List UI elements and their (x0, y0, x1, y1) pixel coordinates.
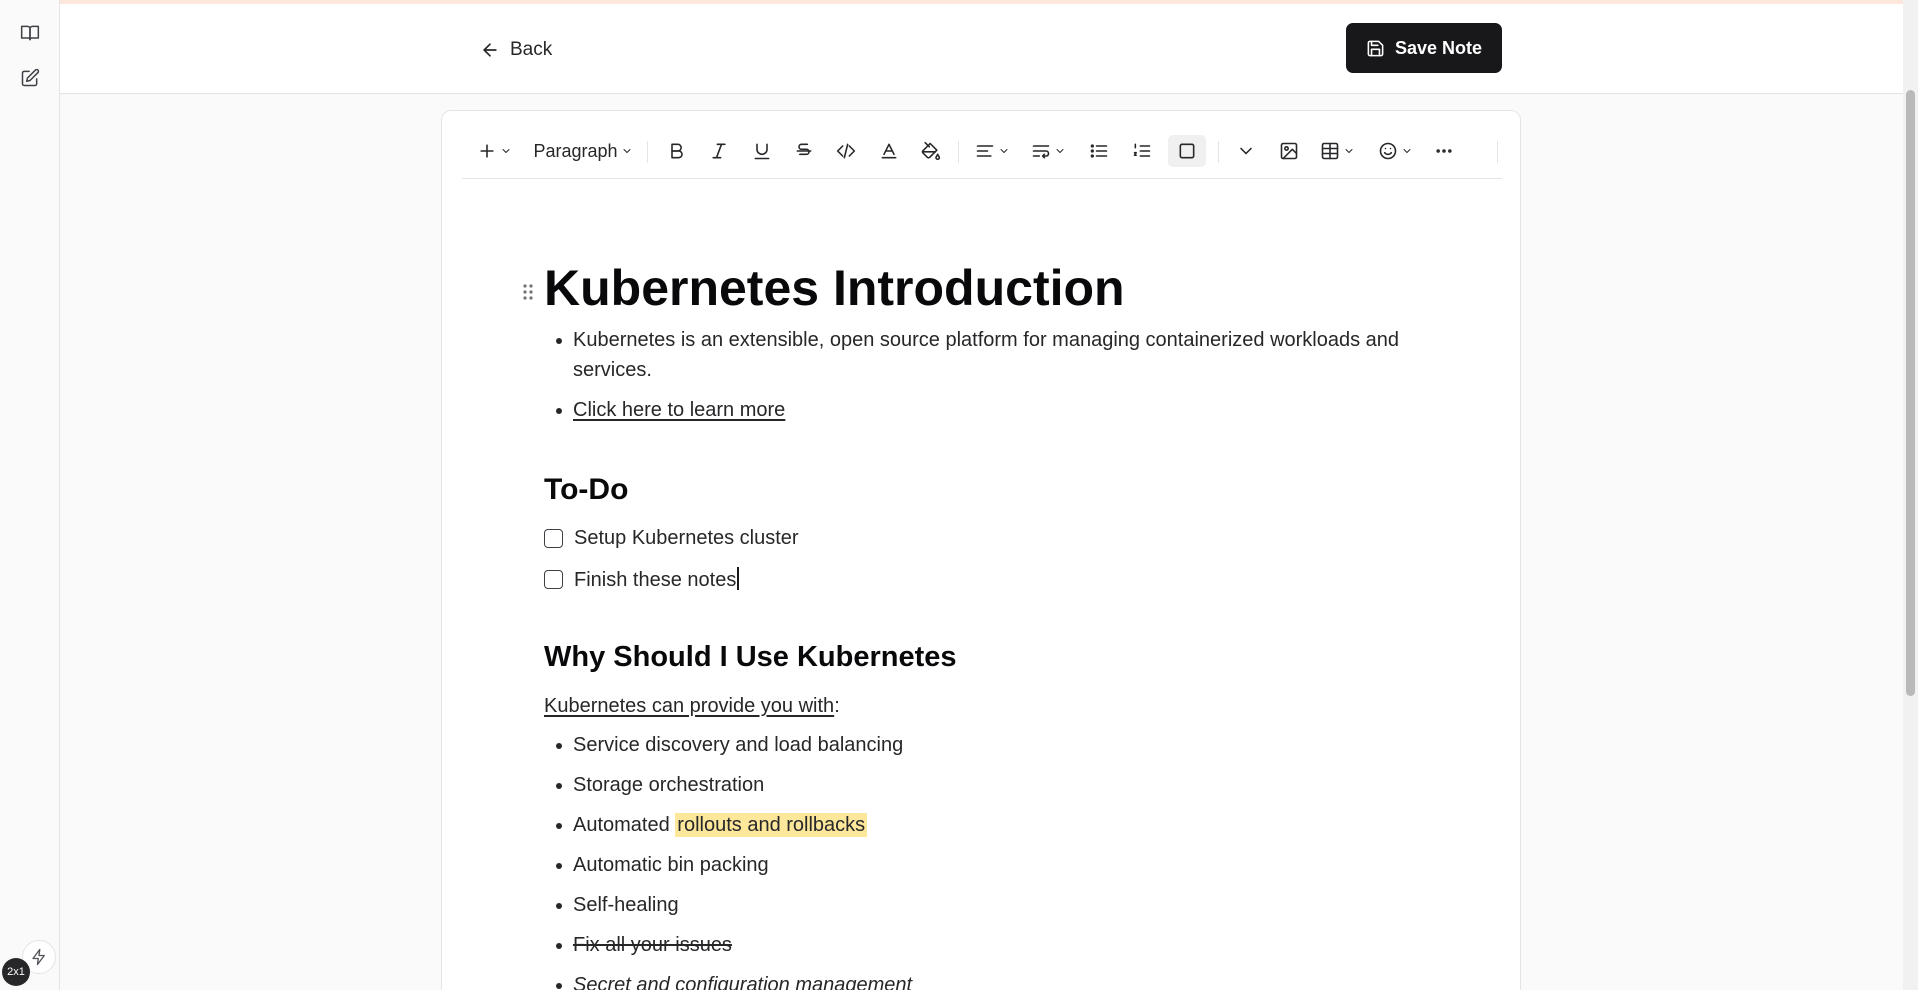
list-item[interactable]: Storage orchestration (555, 770, 764, 800)
why-intro-underlined: Kubernetes can provide you with (544, 695, 835, 717)
zoom-badge[interactable]: 2x1 (2, 958, 30, 986)
left-rail (0, 0, 60, 990)
back-button[interactable]: Back (480, 36, 552, 64)
emoji-icon (1379, 142, 1396, 160)
chevron-down-icon (623, 149, 631, 153)
insert-image-button[interactable] (1273, 135, 1305, 167)
align-icon (976, 145, 993, 157)
lightning-icon (32, 948, 45, 966)
plus-icon (479, 144, 494, 158)
emoji-button[interactable] (1373, 135, 1417, 167)
list-item[interactable]: Automated rollouts and rollbacks (555, 810, 868, 840)
save-icon (1367, 40, 1384, 56)
line-height-icon (1032, 145, 1049, 159)
page-scrollbar[interactable] (1903, 0, 1918, 990)
highlight-icon (921, 141, 941, 161)
bullet-list-button[interactable] (1083, 135, 1115, 167)
more-options-button[interactable] (1428, 135, 1460, 167)
chevron-down-icon (1000, 149, 1007, 153)
insert-table-button[interactable] (1315, 135, 1359, 167)
page-header: Back Save Note (60, 4, 1903, 94)
save-label: Save Note (1394, 37, 1483, 58)
underline-button[interactable] (746, 135, 778, 167)
scrollbar-thumb[interactable] (1906, 90, 1915, 696)
numbered-list-button[interactable] (1126, 135, 1158, 167)
strikethrough-text: Fix all your issues (573, 934, 732, 956)
highlighted-text: rollouts and rollbacks (675, 813, 868, 837)
list-item[interactable]: Secret and configuration management (555, 970, 913, 990)
image-icon (1280, 142, 1298, 160)
back-label: Back (510, 39, 553, 60)
numbered-list-icon (1133, 143, 1151, 157)
editor-toolbar: Paragraph (462, 135, 1502, 179)
todo-checkbox[interactable] (544, 570, 563, 589)
underline-icon (754, 143, 770, 160)
why-intro-colon: : (834, 695, 840, 717)
todo-label[interactable]: Finish these notes (574, 567, 739, 592)
edit-note-icon[interactable] (17, 65, 43, 91)
more-icon (1436, 149, 1452, 153)
insert-block-button[interactable] (474, 135, 514, 167)
bold-icon (671, 143, 683, 159)
bold-button[interactable] (661, 135, 693, 167)
more-blocks-dropdown[interactable] (1230, 135, 1262, 167)
italic-text: Secret and configuration management (573, 974, 913, 990)
list-item[interactable]: Kubernetes is an extensible, open source… (556, 325, 1433, 385)
editor-card: Paragraph Kubernetes Introduction Kubern… (441, 110, 1521, 990)
checkbox-icon (1179, 143, 1195, 159)
italic-button[interactable] (703, 135, 735, 167)
todo-item[interactable]: Finish these notes (544, 567, 739, 592)
list-item[interactable]: Automatic bin packing (556, 850, 769, 880)
toolbar-divider (647, 141, 648, 163)
code-button[interactable] (830, 135, 862, 167)
document-title[interactable]: Kubernetes Introduction (544, 259, 1125, 317)
bullet-list-icon (1090, 144, 1108, 158)
block-type-label: Paragraph (533, 140, 618, 161)
chevron-down-icon (502, 149, 509, 153)
feature-prefix: Automated (573, 814, 676, 836)
list-item[interactable]: Service discovery and load balancing (555, 730, 903, 760)
why-intro-paragraph[interactable]: Kubernetes can provide you with: (544, 695, 840, 718)
drag-handle-icon[interactable] (522, 283, 534, 301)
chevron-down-icon (1403, 149, 1410, 153)
todo-checkbox[interactable] (544, 529, 563, 548)
notebook-icon[interactable] (17, 20, 43, 46)
table-icon (1321, 142, 1338, 160)
learn-more-link[interactable]: Click here to learn more (573, 399, 785, 421)
toolbar-divider (1218, 141, 1219, 163)
highlight-button[interactable] (915, 135, 947, 167)
list-item[interactable]: Self-healing (556, 890, 679, 920)
text-color-icon (881, 143, 897, 159)
chevron-down-icon (1240, 147, 1252, 155)
todo-item[interactable]: Setup Kubernetes cluster (544, 527, 799, 550)
align-button[interactable] (970, 135, 1014, 167)
italic-icon (712, 143, 726, 159)
toolbar-divider (1497, 141, 1498, 163)
todo-heading[interactable]: To-Do (544, 473, 628, 507)
toolbar-divider (958, 141, 959, 163)
strikethrough-button[interactable] (788, 135, 820, 167)
todo-label[interactable]: Setup Kubernetes cluster (574, 527, 799, 550)
list-item[interactable]: Click here to learn more (555, 395, 785, 425)
list-item[interactable]: Fix all your issues (556, 930, 732, 960)
checklist-button[interactable] (1168, 135, 1206, 167)
save-note-button[interactable]: Save Note (1346, 23, 1502, 73)
arrow-left-icon (483, 43, 497, 57)
strikethrough-icon (796, 143, 812, 156)
line-height-button[interactable] (1026, 135, 1070, 167)
text-color-button[interactable] (873, 135, 905, 167)
todo-label-text: Finish these notes (574, 569, 737, 591)
code-icon (836, 143, 856, 159)
text-cursor (737, 567, 739, 590)
chevron-down-icon (1345, 149, 1352, 153)
chevron-down-icon (1056, 149, 1063, 153)
block-type-select[interactable]: Paragraph (530, 135, 636, 167)
why-heading[interactable]: Why Should I Use Kubernetes (544, 641, 957, 674)
